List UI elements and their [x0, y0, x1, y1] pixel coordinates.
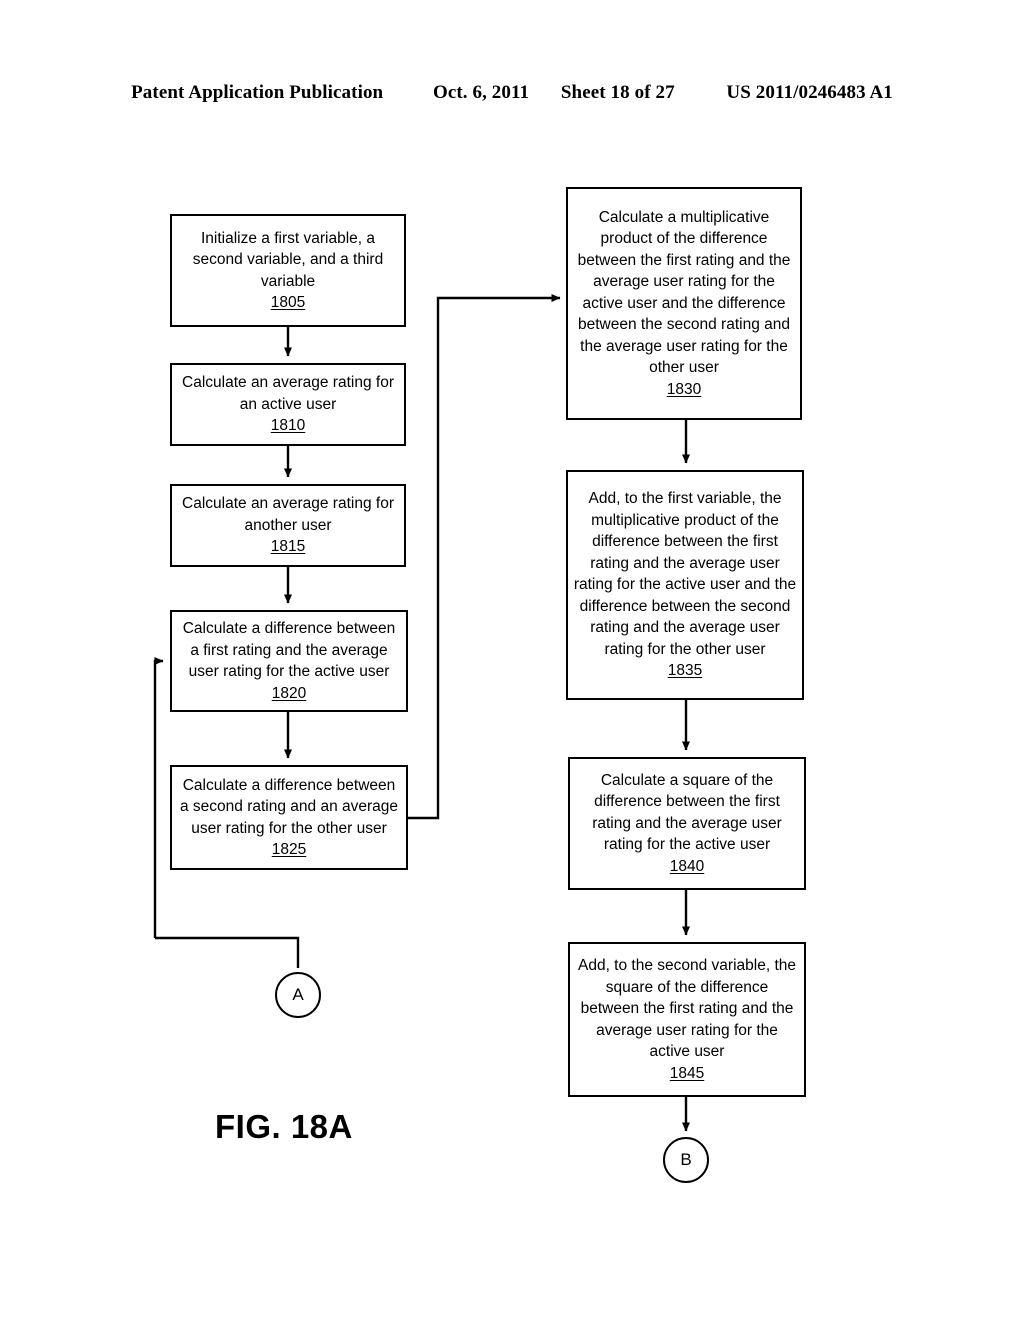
flow-box-1815[interactable]: Calculate an average rating for another …	[170, 484, 406, 567]
flow-box-1845-inner: Add, to the second variable, the square …	[570, 955, 804, 1084]
flow-box-1825-text: Calculate a difference between a second …	[179, 776, 399, 837]
flow-box-1835-inner: Add, to the first variable, the multipli…	[568, 488, 802, 682]
connector-circle-a-label: A	[292, 985, 304, 1004]
flow-box-1805-inner: Initialize a first variable, a second va…	[172, 228, 404, 314]
flow-box-1815-inner: Calculate an average rating for another …	[172, 493, 404, 558]
flow-box-1810[interactable]: Calculate an average rating for an activ…	[170, 363, 406, 446]
flow-box-1845[interactable]: Add, to the second variable, the square …	[568, 942, 806, 1097]
flow-box-1805-ref: 1805	[270, 294, 306, 311]
patent-figure-page: Patent Application Publication Oct. 6, 2…	[0, 0, 1024, 1320]
flow-box-1840-ref: 1840	[669, 857, 705, 875]
flow-box-1820-ref: 1820	[271, 684, 307, 702]
header-sheet: Sheet 18 of 27	[560, 82, 675, 103]
flow-box-1830-ref: 1830	[666, 380, 702, 398]
connector-circle-a[interactable]: A	[275, 972, 321, 1018]
flow-box-1825-ref: 1825	[271, 841, 307, 858]
flow-box-1840-text: Calculate a square of the difference bet…	[592, 771, 782, 854]
flow-box-1825[interactable]: Calculate a difference between a second …	[170, 765, 408, 870]
flow-box-1820-inner: Calculate a difference between a first r…	[172, 618, 406, 704]
flow-box-1845-text: Add, to the second variable, the square …	[577, 957, 796, 1060]
header-patent-number: US 2011/0246483 A1	[726, 82, 893, 103]
flow-box-1825-inner: Calculate a difference between a second …	[172, 775, 406, 861]
flow-box-1830-inner: Calculate a multiplicative product of th…	[568, 207, 800, 401]
flow-box-1835[interactable]: Add, to the first variable, the multipli…	[566, 470, 804, 700]
flow-box-1845-ref: 1845	[669, 1064, 705, 1082]
flow-box-1810-ref: 1810	[270, 417, 306, 435]
connector-circle-b-label: B	[680, 1150, 692, 1169]
flow-box-1835-text: Add, to the first variable, the multipli…	[573, 490, 797, 658]
flow-box-1805-text: Initialize a first variable, a second va…	[192, 229, 384, 290]
flow-box-1820-text: Calculate a difference between a first r…	[182, 620, 396, 680]
flow-box-1840[interactable]: Calculate a square of the difference bet…	[568, 757, 806, 890]
flow-box-1810-inner: Calculate an average rating for an activ…	[172, 372, 404, 437]
connector-circle-b[interactable]: B	[663, 1137, 709, 1183]
flow-box-1840-inner: Calculate a square of the difference bet…	[570, 770, 804, 878]
flow-box-1835-ref: 1835	[667, 662, 703, 680]
flow-box-1815-ref: 1815	[270, 538, 306, 556]
header-publication: Patent Application Publication	[131, 82, 384, 103]
flow-box-1820[interactable]: Calculate a difference between a first r…	[170, 610, 408, 712]
flow-connector-lines	[153, 294, 690, 1132]
figure-caption: FIG. 18A	[215, 1108, 353, 1145]
flow-box-1805[interactable]: Initialize a first variable, a second va…	[170, 214, 406, 327]
flow-box-1830-text: Calculate a multiplicative product of th…	[577, 208, 791, 377]
page-header: Patent Application Publication Oct. 6, 2…	[0, 82, 1024, 104]
flow-box-1815-text: Calculate an average rating for another …	[182, 495, 394, 534]
flow-box-1810-text: Calculate an average rating for an activ…	[182, 374, 394, 413]
header-date: Oct. 6, 2011	[432, 82, 530, 103]
flow-box-1830[interactable]: Calculate a multiplicative product of th…	[566, 187, 802, 420]
